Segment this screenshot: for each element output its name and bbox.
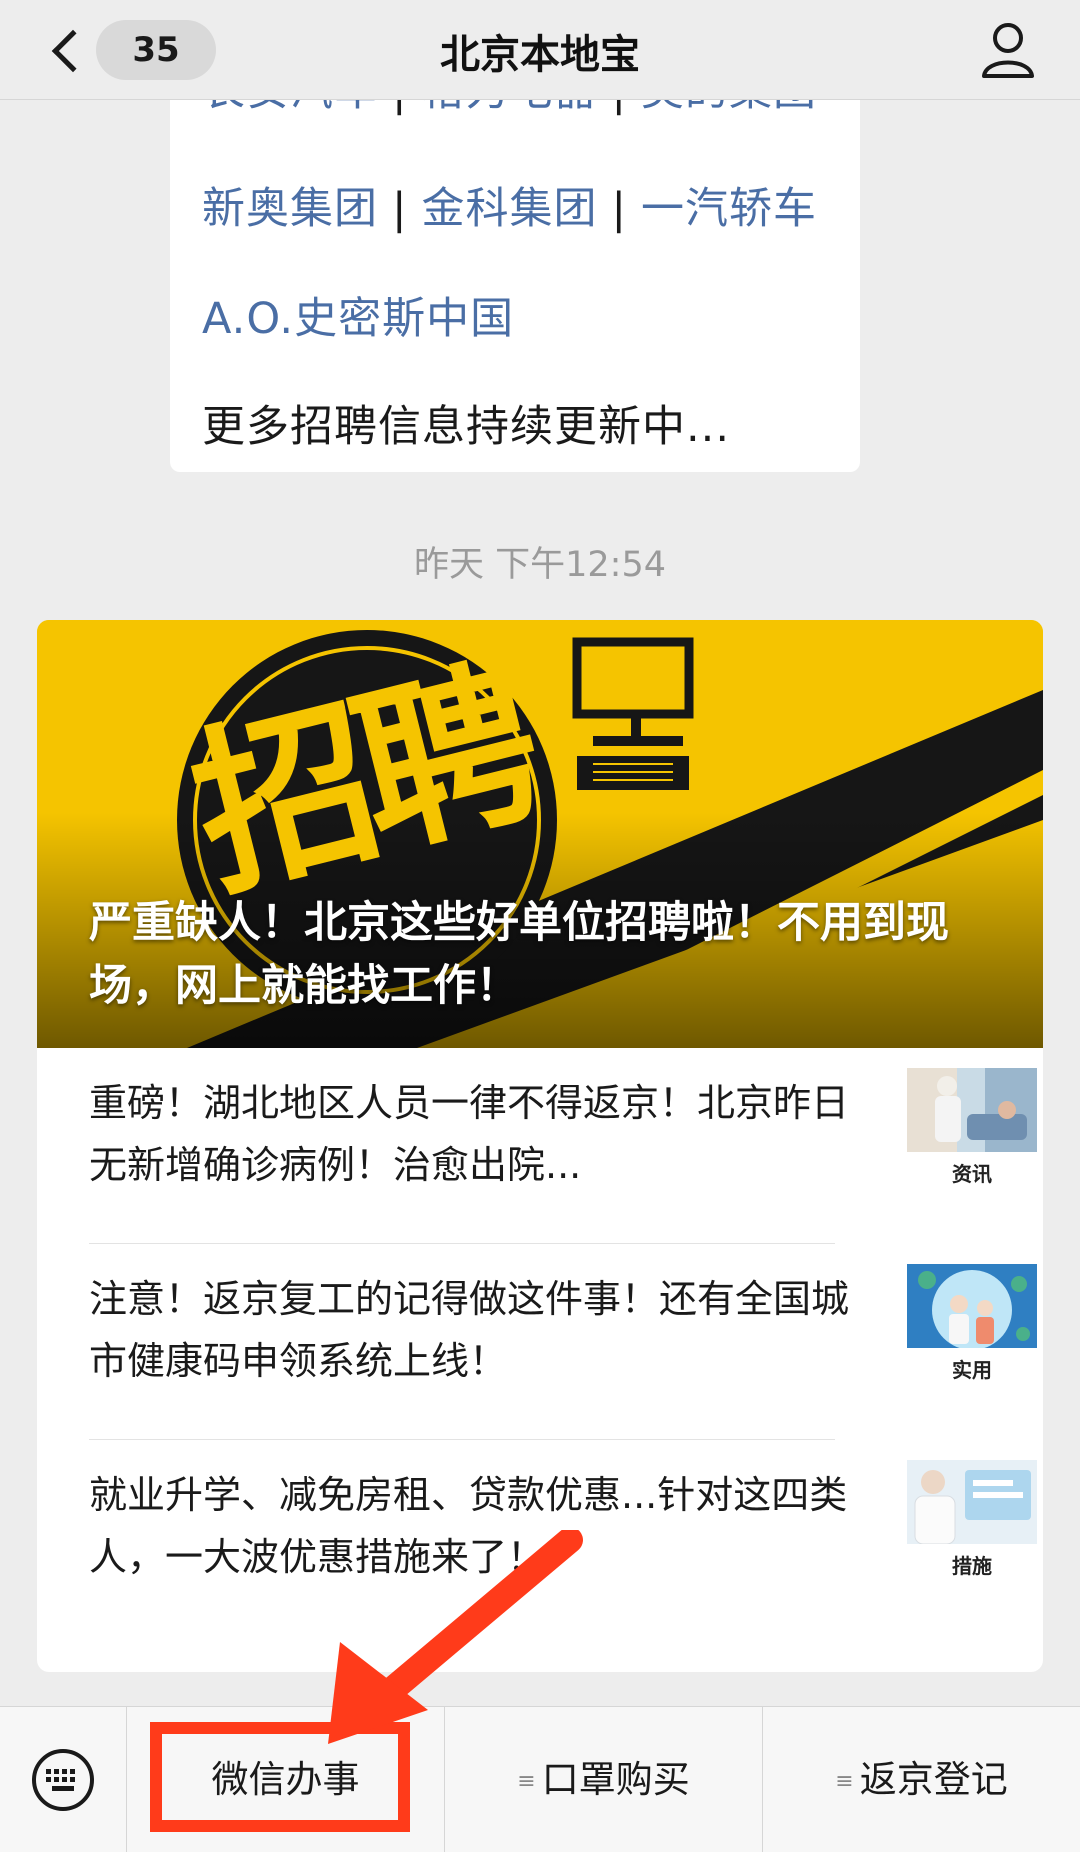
article-thumbnail xyxy=(907,1068,1037,1152)
thumbnail-label: 资讯 xyxy=(952,1162,992,1186)
page-title: 北京本地宝 xyxy=(440,32,640,78)
article-title: 注意！返京复工的记得做这件事！还有全国城市健康码申领系统上线！ xyxy=(89,1277,849,1383)
keyboard-icon[interactable] xyxy=(30,1747,96,1813)
menu-lines-icon: ≡ xyxy=(835,1768,854,1794)
article-card: 招聘 严重缺人！北京这些好单位招聘啦！不用到现场，网上就能找工作！ 重磅！湖北地… xyxy=(37,620,1043,1672)
cover-article-title: 严重缺人！北京这些好单位招聘啦！不用到现场，网上就能找工作！ xyxy=(89,898,949,1011)
menu-item-label: 口罩购买 xyxy=(541,1758,690,1801)
thumbnail-label: 措施 xyxy=(952,1554,992,1578)
annotation-arrow-icon xyxy=(328,1530,583,1744)
list-item[interactable]: 注意！返京复工的记得做这件事！还有全国城市健康码申领系统上线！ 实用 xyxy=(89,1244,1037,1440)
article-thumbnail xyxy=(907,1460,1037,1544)
company-link[interactable]: 金科集团 xyxy=(422,184,598,234)
menu-lines-icon: ≡ xyxy=(517,1768,536,1794)
menu-item-label: 返京登记 xyxy=(859,1758,1008,1801)
navbar: 35 北京本地宝 xyxy=(0,0,1080,100)
company-link[interactable]: 新奥集团 xyxy=(202,184,378,234)
company-link-row: 新奥集团 | 金科集团 | 一汽轿车 xyxy=(202,174,817,236)
more-info-text: 更多招聘信息持续更新中... xyxy=(202,402,731,452)
article-title: 重磅！湖北地区人员一律不得返京！北京昨日无新增确诊病例！治愈出院... xyxy=(89,1081,849,1187)
message-timestamp: 昨天 下午12:54 xyxy=(414,545,666,585)
previous-message-card: 长安汽车|格力电器|美的集团 新奥集团|金科集团|一汽轿车 A.O.史密斯中国 … xyxy=(170,70,860,472)
company-link[interactable]: 一汽轿车 xyxy=(641,184,817,234)
list-item[interactable]: 重磅！湖北地区人员一律不得返京！北京昨日无新增确诊病例！治愈出院... 资讯 xyxy=(89,1048,1037,1244)
menu-item-return-registration[interactable]: ≡ 返京登记 xyxy=(763,1707,1080,1852)
link-separator: | xyxy=(611,184,627,234)
thumbnail-label: 实用 xyxy=(952,1358,992,1382)
profile-icon[interactable] xyxy=(976,18,1040,82)
cover-article[interactable]: 招聘 严重缺人！北京这些好单位招聘啦！不用到现场，网上就能找工作！ xyxy=(37,620,1043,1048)
link-separator: | xyxy=(392,184,408,234)
article-thumbnail xyxy=(907,1264,1037,1348)
company-link[interactable]: A.O.史密斯中国 xyxy=(202,284,514,346)
